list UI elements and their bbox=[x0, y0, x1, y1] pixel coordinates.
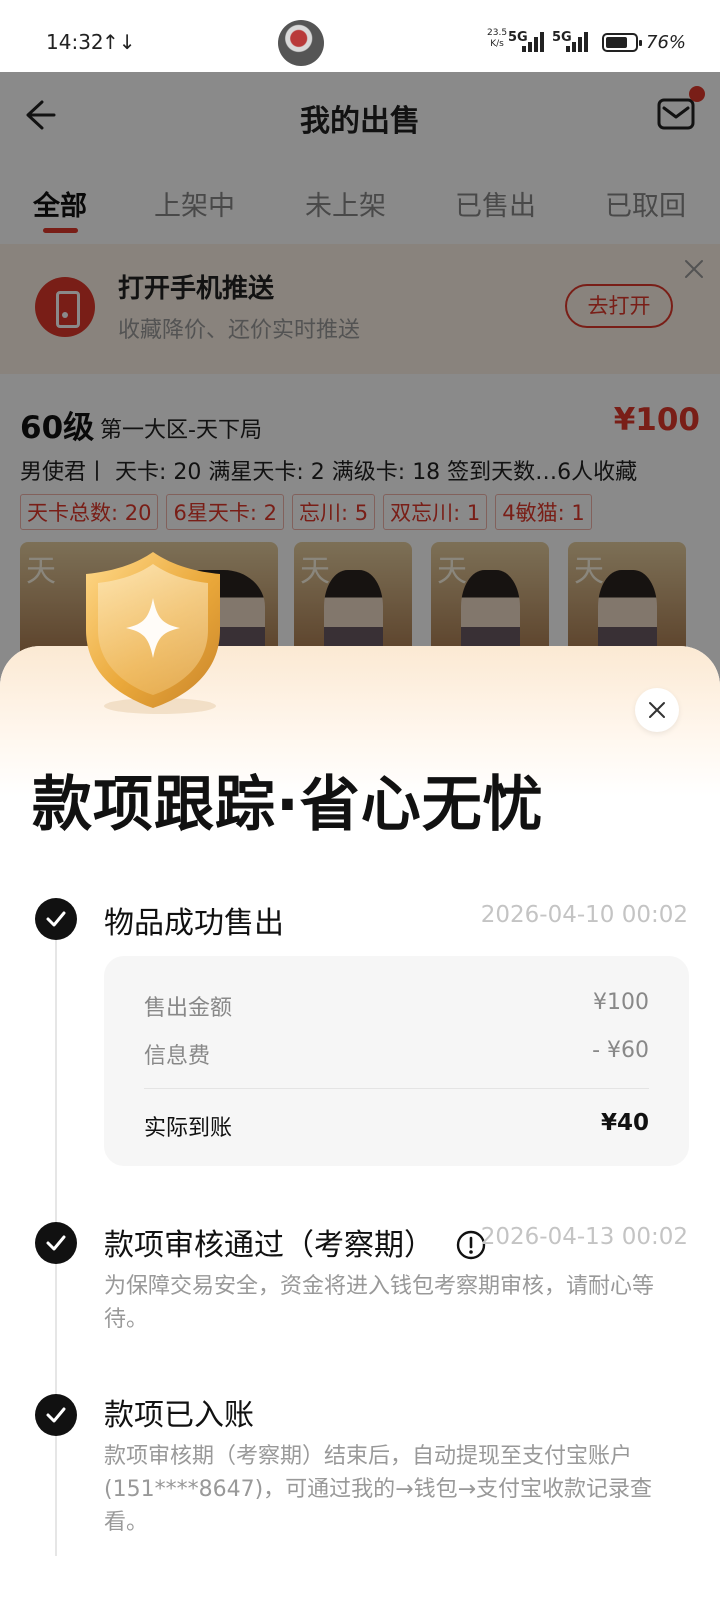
shield-icon bbox=[86, 552, 220, 714]
step-description: 款项审核期（考察期）结束后，自动提现至支付宝账户(151****8647)，可通… bbox=[104, 1444, 653, 1535]
network-speed: 23.5 K/s bbox=[487, 28, 507, 50]
sale-amount-value: ¥100 bbox=[593, 990, 649, 1015]
battery-icon bbox=[602, 33, 642, 52]
divider bbox=[144, 1088, 649, 1089]
network-speed-unit: K/s bbox=[490, 39, 504, 49]
step-title: 款项审核通过（考察期） bbox=[104, 1228, 434, 1263]
fee-label: 信息费 bbox=[144, 1044, 211, 1069]
net-amount-label: 实际到账 bbox=[144, 1116, 233, 1141]
sheet-close-button[interactable] bbox=[635, 688, 679, 732]
battery-percent: 76% bbox=[646, 32, 687, 53]
signal-icon-1 bbox=[522, 30, 548, 52]
data-transfer-icon: ↑↓ bbox=[102, 30, 136, 54]
sheet-title: 款项跟踪·省心无忧 bbox=[32, 770, 544, 840]
close-icon bbox=[649, 702, 665, 718]
signal-icon-2 bbox=[566, 30, 592, 52]
step-time: 2026-04-10 00:02 bbox=[480, 902, 688, 928]
notification-app-icon bbox=[278, 20, 324, 66]
status-time: 14:32 bbox=[46, 30, 104, 54]
step-description: 为保障交易安全，资金将进入钱包考察期审核，请耐心等待。 bbox=[104, 1274, 655, 1332]
step-time: 2026-04-13 00:02 bbox=[480, 1224, 688, 1250]
fee-value: - ¥60 bbox=[592, 1038, 649, 1063]
payment-tracking-sheet: 款项跟踪·省心无忧 物品成功售出 2026-04-10 00:02 售出金额 ¥… bbox=[0, 646, 720, 1598]
step-title: 物品成功售出 bbox=[104, 906, 284, 941]
check-icon bbox=[35, 898, 77, 940]
step-title: 款项已入账 bbox=[104, 1398, 254, 1433]
check-icon bbox=[35, 1222, 77, 1264]
net-amount-value: ¥40 bbox=[600, 1110, 649, 1136]
status-bar: 14:32 ↑↓ 23.5 K/s 5G 5G 76% bbox=[0, 0, 720, 72]
check-icon bbox=[35, 1394, 77, 1436]
sale-amount-label: 售出金额 bbox=[144, 996, 233, 1021]
settlement-detail: 售出金额 ¥100 信息费 - ¥60 实际到账 ¥40 bbox=[104, 956, 689, 1166]
network-speed-value: 23.5 bbox=[487, 28, 508, 38]
